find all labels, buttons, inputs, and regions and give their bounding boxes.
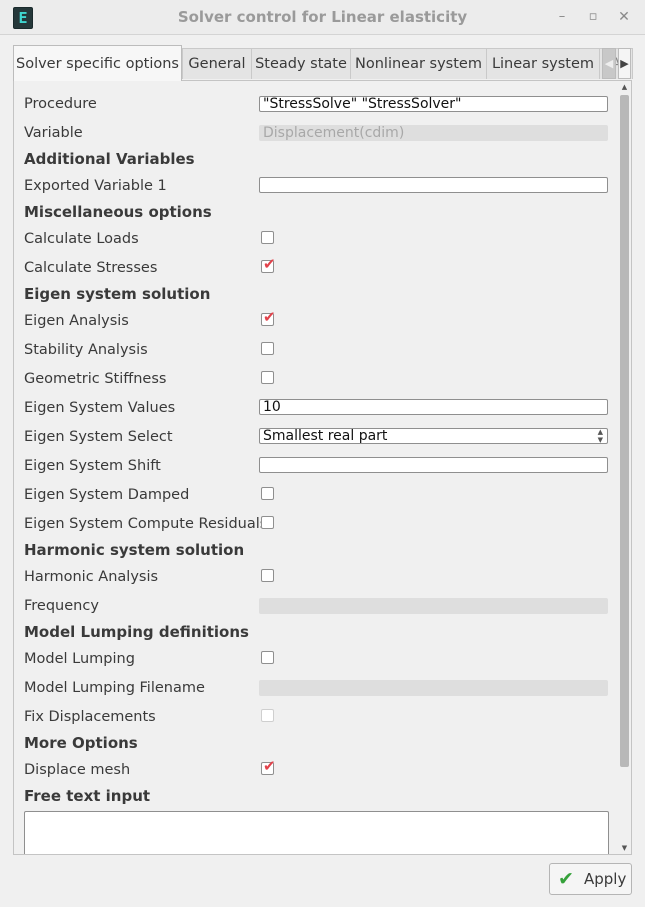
geometric-stiffness-checkbox[interactable] [261, 371, 274, 384]
geometric-stiffness-label: Geometric Stiffness [24, 371, 167, 387]
procedure-label: Procedure [24, 96, 97, 112]
eigen-system-select-label: Eigen System Select [24, 429, 173, 445]
check-icon: ✔ [558, 868, 574, 890]
variable-label: Variable [24, 125, 83, 141]
tab-nonlinear-system[interactable]: Nonlinear system [350, 48, 487, 79]
section-eigen-system-solution: Eigen system solution [24, 285, 211, 303]
eigen-system-values-field[interactable]: 10 [259, 399, 608, 415]
frequency-field [259, 598, 608, 614]
calculate-loads-checkbox[interactable] [261, 231, 274, 244]
exported-variable-1-field[interactable] [259, 177, 608, 193]
displace-mesh-label: Displace mesh [24, 762, 131, 778]
calculate-stresses-label: Calculate Stresses [24, 260, 158, 276]
scroll-up-icon[interactable]: ▲ [619, 83, 630, 91]
tab-solver-specific-options[interactable]: Solver specific options [13, 45, 182, 81]
section-model-lumping-definitions: Model Lumping definitions [24, 623, 249, 641]
harmonic-analysis-label: Harmonic Analysis [24, 569, 159, 585]
apply-button[interactable]: ✔ Apply [549, 863, 632, 895]
section-miscellaneous-options: Miscellaneous options [24, 203, 212, 221]
model-lumping-filename-label: Model Lumping Filename [24, 680, 205, 696]
stability-analysis-checkbox[interactable] [261, 342, 274, 355]
title-bar: E Solver control for Linear elasticity –… [0, 0, 645, 35]
check-mark-icon: ✔ [263, 757, 276, 775]
window-title: Solver control for Linear elasticity [177, 8, 468, 26]
frequency-label: Frequency [24, 598, 99, 614]
tab-general[interactable]: General [182, 48, 252, 79]
eigen-system-select-value: Smallest real part [263, 428, 388, 444]
scroll-down-icon[interactable]: ▼ [619, 844, 630, 852]
variable-field: Displacement(cdim) [259, 125, 608, 141]
tab-linear-system[interactable]: Linear system [486, 48, 600, 79]
free-text-input[interactable] [24, 811, 609, 854]
harmonic-analysis-checkbox[interactable] [261, 569, 274, 582]
apply-button-label: Apply [584, 870, 627, 888]
close-icon[interactable]: ✕ [616, 8, 632, 26]
model-lumping-checkbox[interactable] [261, 651, 274, 664]
tab-bar: Solver specific options General Steady s… [13, 45, 633, 81]
calculate-stresses-checkbox[interactable]: ✔ [261, 255, 276, 273]
eigen-system-compute-residuals-label: Eigen System Compute Residuals [24, 516, 268, 532]
eigen-analysis-checkbox[interactable]: ✔ [261, 308, 276, 326]
exported-variable-1-label: Exported Variable 1 [24, 178, 167, 194]
calculate-loads-label: Calculate Loads [24, 231, 139, 247]
section-more-options: More Options [24, 734, 138, 752]
procedure-field[interactable]: "StressSolve" "StressSolver" [259, 96, 608, 112]
eigen-system-shift-field[interactable] [259, 457, 608, 473]
check-mark-icon: ✔ [263, 255, 276, 273]
eigen-system-shift-label: Eigen System Shift [24, 458, 161, 474]
tab-scroll-right-icon[interactable]: ▶ [618, 48, 631, 79]
options-scroll-area: Procedure "StressSolve" "StressSolver" V… [14, 81, 618, 854]
tab-steady-state[interactable]: Steady state [251, 48, 351, 79]
model-lumping-filename-field [259, 680, 608, 696]
eigen-system-damped-checkbox[interactable] [261, 487, 274, 500]
eigen-analysis-label: Eigen Analysis [24, 313, 129, 329]
model-lumping-label: Model Lumping [24, 651, 135, 667]
scrollbar-thumb[interactable] [620, 95, 629, 767]
section-free-text-input: Free text input [24, 787, 151, 805]
tab-scroll-left-icon[interactable]: ◀ [602, 48, 616, 79]
check-mark-icon: ✔ [263, 308, 276, 326]
section-additional-variables: Additional Variables [24, 150, 195, 168]
maximize-icon[interactable]: ▫ [585, 8, 601, 26]
fix-displacements-checkbox [261, 709, 274, 722]
displace-mesh-checkbox[interactable]: ✔ [261, 757, 276, 775]
eigen-system-compute-residuals-checkbox[interactable] [261, 516, 274, 529]
vertical-scrollbar[interactable]: ▲ ▼ [619, 83, 630, 852]
eigen-system-damped-label: Eigen System Damped [24, 487, 190, 503]
stability-analysis-label: Stability Analysis [24, 342, 148, 358]
options-panel: Procedure "StressSolve" "StressSolver" V… [13, 80, 632, 855]
eigen-system-select-dropdown[interactable]: Smallest real part ▲ ▼ [259, 428, 608, 444]
select-arrows-icon: ▲ ▼ [597, 428, 603, 444]
minimize-icon[interactable]: – [554, 8, 570, 26]
fix-displacements-label: Fix Displacements [24, 709, 156, 725]
eigen-system-values-label: Eigen System Values [24, 400, 176, 416]
section-harmonic-system-solution: Harmonic system solution [24, 541, 245, 559]
